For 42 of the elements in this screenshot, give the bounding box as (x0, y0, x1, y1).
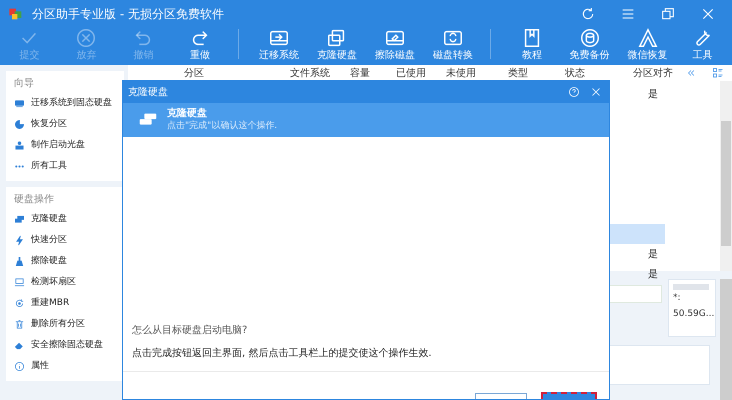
toolbar-button[interactable]: 教程 (504, 27, 560, 65)
sidebar-item[interactable]: 属性 (6, 356, 124, 377)
sidebar-item[interactable]: 快速分区 (6, 230, 124, 251)
section-heading: 硬盘操作 (13, 193, 55, 207)
sidebar-item[interactable]: 恢复分区 (6, 114, 124, 135)
table-cell-text: 是 (648, 268, 658, 282)
column-header[interactable]: 文件系统 (290, 66, 330, 80)
table-cell-text: 是 (648, 248, 658, 262)
sidebar-item[interactable]: 安全擦除固态硬盘 (6, 335, 124, 356)
sidebar-item[interactable]: 制作启动光盘 (6, 135, 124, 156)
sidebar-item[interactable]: 删除所有分区 (6, 314, 124, 335)
toolbar-button[interactable]: 迁移系统 (252, 27, 307, 65)
question-text: 怎么从目标硬盘启动电脑? (132, 324, 248, 338)
instruction-text: 点击完成按钮返回主界面, 然后点击工具栏上的提交使这个操作生效. (132, 346, 433, 361)
column-header[interactable]: 状态 (565, 66, 585, 80)
toolbar-button[interactable]: 擦除磁盘 (368, 27, 422, 65)
sidebar-item[interactable]: 迁移系统到固态硬盘 (6, 93, 124, 114)
column-header[interactable]: 容量 (350, 66, 370, 80)
toolbar-button[interactable]: 微信恢复 (620, 27, 676, 65)
toolbar-button[interactable]: 磁盘转换 (425, 27, 480, 65)
column-header[interactable]: 已使用 (396, 66, 426, 80)
section-heading: 向导 (13, 77, 35, 91)
sidebar-item[interactable]: 检测坏扇区 (6, 272, 124, 293)
disk-card[interactable]: *: 50.59G... (668, 279, 716, 337)
column-header[interactable]: 类型 (508, 66, 528, 80)
disk-size: 50.59G... (673, 308, 711, 320)
toolbar-button[interactable]: 工具 (675, 27, 730, 65)
column-header[interactable]: 未使用 (446, 66, 476, 80)
dialog-heading: 克隆硬盘 (167, 108, 208, 120)
disk-label: *: (673, 292, 682, 305)
sidebar-item[interactable]: 擦除硬盘 (6, 251, 124, 272)
column-header[interactable]: 分区对齐 (633, 66, 673, 80)
toolbar-button[interactable]: 重做 (172, 27, 228, 65)
toolbar-button[interactable]: 免费备份 (562, 27, 618, 65)
sidebar-item[interactable]: 克隆硬盘 (6, 209, 124, 230)
toolbar-button[interactable]: 克隆硬盘 (310, 27, 365, 65)
dialog-title: 克隆硬盘 (128, 86, 169, 100)
dialog-subtitle: 点击"完成"以确认这个操作. (167, 120, 278, 132)
column-header[interactable]: 分区 (184, 66, 204, 80)
sidebar-item[interactable]: 所有工具 (6, 156, 124, 177)
sidebar-item[interactable]: 重建MBR (6, 293, 124, 314)
window-title: 分区助手专业版 - 无损分区免费软件 (32, 6, 225, 22)
